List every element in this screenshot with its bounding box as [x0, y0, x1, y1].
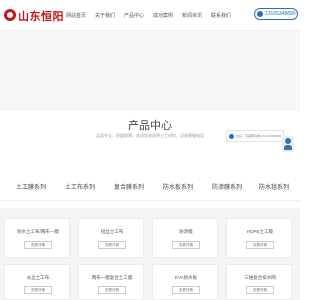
chat-icon [229, 134, 234, 139]
phone-number: 13165348890 [265, 11, 296, 17]
product-card[interactable]: HDPE土工膜 查看详情 [226, 218, 292, 258]
phone-icon [257, 11, 263, 17]
product-card[interactable]: 两布一膜复合土工膜 查看详情 [78, 264, 144, 300]
tab-composite-membrane[interactable]: 复合膜系列 [114, 182, 144, 191]
product-card[interactable]: 长丝土工布 查看详情 [4, 264, 70, 300]
product-grid: 防水土工布/两布一膜 查看详情 短丝土工布 查看详情 防渗膜 查看详情 HDPE… [0, 208, 300, 300]
banner [0, 31, 300, 111]
view-details-button[interactable]: 查看详情 [246, 286, 274, 294]
product-title: 防水土工布/两布一膜 [17, 229, 59, 234]
category-tabs: 土工膜系列 土工布系列 复合膜系列 防水板系列 防渗膜系列 防水毯系列 [0, 178, 300, 201]
tab-seepage-membrane[interactable]: 防渗膜系列 [212, 182, 242, 191]
phone-badge[interactable]: 13165348890 [254, 8, 298, 20]
notification-text: 您好，有需要请拨打13165348890 [236, 134, 282, 138]
product-card[interactable]: 防水土工布/两布一膜 查看详情 [4, 218, 70, 258]
product-card[interactable]: 三维复合排水网 查看详情 [226, 264, 292, 300]
product-title: HDPE土工膜 [246, 229, 273, 234]
tab-waterproof-blanket[interactable]: 防水毯系列 [259, 182, 289, 191]
view-details-button[interactable]: 查看详情 [98, 286, 126, 294]
product-title: 防渗膜 [179, 229, 193, 234]
tab-geomembrane[interactable]: 土工膜系列 [16, 182, 46, 191]
product-title: 长丝土工布 [26, 275, 50, 280]
nav-item-home[interactable]: 网站首页 [66, 12, 86, 19]
view-details-button[interactable]: 查看详情 [98, 241, 126, 249]
view-details-button[interactable]: 查看详情 [172, 241, 200, 249]
site-header: 山东恒阳 网站首页 关于我们 产品中心 成功案例 新闻资讯 联系我们 13165… [0, 0, 300, 31]
logo-text[interactable]: 山东恒阳 [18, 8, 64, 24]
logo-icon[interactable] [4, 9, 16, 21]
nav-item-contact[interactable]: 联系我们 [211, 12, 231, 19]
view-details-button[interactable]: 查看详情 [172, 286, 200, 294]
nav-item-products[interactable]: 产品中心 [124, 12, 144, 19]
product-title: 短丝土工布 [100, 229, 124, 234]
tab-waterproof-board[interactable]: 防水板系列 [163, 182, 193, 191]
view-details-button[interactable]: 查看详情 [24, 241, 52, 249]
product-title: 三维复合排水网 [244, 275, 276, 280]
view-details-button[interactable]: 查看详情 [246, 241, 274, 249]
notification-popup[interactable]: 您好，有需要请拨打13165348890 [226, 130, 284, 142]
customer-service-icon[interactable] [282, 136, 294, 152]
view-details-button[interactable]: 查看详情 [24, 286, 52, 294]
tab-geotextile[interactable]: 土工布系列 [65, 182, 95, 191]
product-title: 两布一膜复合土工膜 [91, 275, 133, 280]
product-card[interactable]: 防渗膜 查看详情 [152, 218, 218, 258]
product-card[interactable]: EVA防水板 查看详情 [152, 264, 218, 300]
product-card[interactable]: 短丝土工布 查看详情 [78, 218, 144, 258]
nav-item-cases[interactable]: 成功案例 [153, 12, 173, 19]
nav-item-about[interactable]: 关于我们 [95, 12, 115, 19]
product-title: EVA防水板 [174, 275, 198, 280]
nav-item-news[interactable]: 新闻资讯 [182, 12, 202, 19]
